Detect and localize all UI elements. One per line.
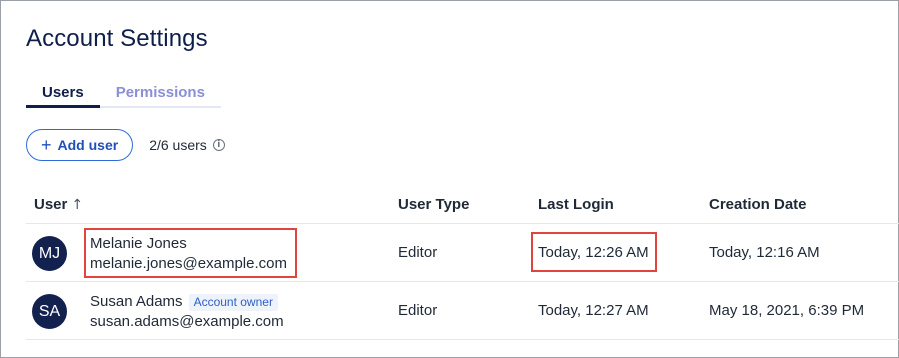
last-login: Today, 12:27 AM bbox=[538, 302, 649, 319]
table-row[interactable]: MJ Melanie Jones melanie.jones@example.c… bbox=[26, 224, 899, 282]
users-table: User ↑ User Type Last Login Creation Date… bbox=[26, 188, 899, 340]
column-header-user[interactable]: User ↑ bbox=[34, 196, 83, 213]
creation-date: Today, 12:16 AM bbox=[709, 244, 820, 261]
column-header-creation-date[interactable]: Creation Date bbox=[709, 196, 807, 213]
add-user-button[interactable]: + Add user bbox=[26, 129, 134, 161]
avatar: MJ bbox=[32, 236, 67, 271]
tab-users[interactable]: Users bbox=[26, 81, 100, 108]
table-header: User ↑ User Type Last Login Creation Date bbox=[26, 188, 899, 224]
tab-permissions[interactable]: Permissions bbox=[99, 81, 221, 108]
user-name: Melanie Jones bbox=[90, 235, 187, 252]
creation-date: May 18, 2021, 6:39 PM bbox=[709, 302, 865, 319]
account-owner-badge: Account owner bbox=[188, 293, 278, 311]
user-info: Susan Adams Account owner susan.adams@exa… bbox=[90, 292, 284, 332]
user-email: susan.adams@example.com bbox=[90, 313, 284, 330]
user-count: 2/6 users i bbox=[149, 137, 225, 153]
user-type: Editor bbox=[398, 244, 438, 261]
page-title: Account Settings bbox=[26, 25, 208, 52]
column-header-last-login[interactable]: Last Login bbox=[538, 196, 614, 213]
user-name: Susan Adams bbox=[90, 293, 183, 310]
user-info: Melanie Jones melanie.jones@example.com bbox=[90, 234, 287, 274]
arrow-up-icon[interactable]: ↑ bbox=[71, 197, 83, 213]
add-user-label: Add user bbox=[57, 137, 119, 153]
last-login: Today, 12:26 AM bbox=[538, 244, 649, 261]
account-settings-panel: Account Settings Users Permissions + Add… bbox=[0, 0, 899, 358]
user-type: Editor bbox=[398, 302, 438, 319]
table-row[interactable]: SA Susan Adams Account owner susan.adams@… bbox=[26, 282, 899, 340]
column-header-user-type[interactable]: User Type bbox=[398, 196, 469, 213]
plus-icon: + bbox=[41, 135, 52, 155]
avatar: SA bbox=[32, 294, 67, 329]
users-toolbar: + Add user 2/6 users i bbox=[26, 129, 225, 161]
info-icon[interactable]: i bbox=[212, 139, 225, 151]
user-email: melanie.jones@example.com bbox=[90, 255, 287, 272]
tab-bar: Users Permissions bbox=[26, 81, 221, 108]
user-count-text: 2/6 users bbox=[149, 137, 207, 153]
